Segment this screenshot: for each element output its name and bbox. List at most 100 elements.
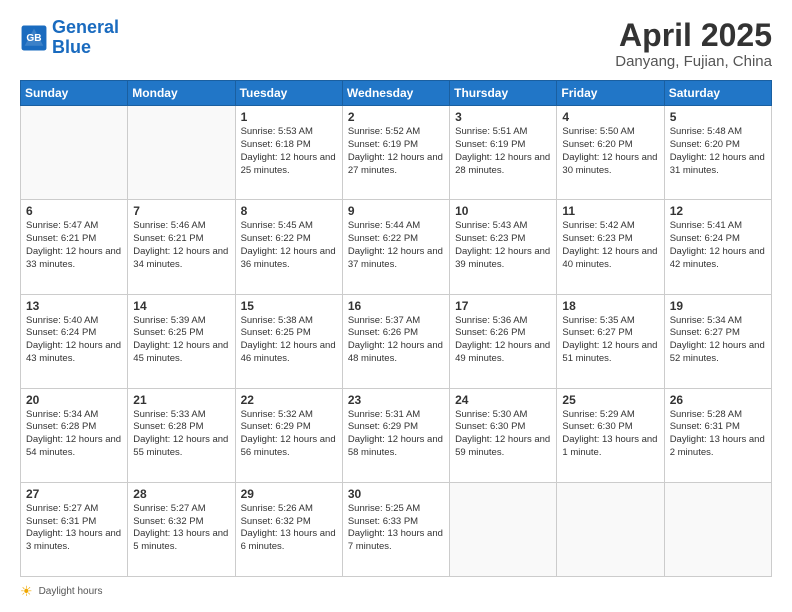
day-number: 28 [133, 487, 229, 501]
day-info: Sunrise: 5:35 AM Sunset: 6:27 PM Dayligh… [562, 315, 658, 366]
footer: ☀ Daylight hours [20, 583, 772, 600]
col-wednesday: Wednesday [342, 81, 449, 106]
day-info: Sunrise: 5:46 AM Sunset: 6:21 PM Dayligh… [133, 220, 229, 271]
table-row: 9Sunrise: 5:44 AM Sunset: 6:22 PM Daylig… [342, 200, 449, 294]
day-info: Sunrise: 5:50 AM Sunset: 6:20 PM Dayligh… [562, 126, 658, 177]
day-info: Sunrise: 5:43 AM Sunset: 6:23 PM Dayligh… [455, 220, 551, 271]
logo-icon: GB [20, 24, 48, 52]
day-info: Sunrise: 5:32 AM Sunset: 6:29 PM Dayligh… [241, 409, 337, 460]
day-number: 4 [562, 110, 658, 124]
table-row: 18Sunrise: 5:35 AM Sunset: 6:27 PM Dayli… [557, 294, 664, 388]
table-row [128, 106, 235, 200]
day-number: 10 [455, 204, 551, 218]
table-row: 25 Sunrise: 5:29 AM Sunset: 6:30 PM Dayli… [557, 388, 664, 482]
day-info: Sunrise: 5:27 AM Sunset: 6:32 PM Dayligh… [133, 503, 229, 554]
day-info: Sunrise: 5:42 AM Sunset: 6:23 PM Dayligh… [562, 220, 658, 271]
calendar-table: Sunday Monday Tuesday Wednesday Thursday… [20, 80, 772, 577]
col-thursday: Thursday [450, 81, 557, 106]
footer-note: ☀ Daylight hours [20, 583, 772, 600]
day-info: Sunrise: 5:37 AM Sunset: 6:26 PM Dayligh… [348, 315, 444, 366]
day-info: Sunrise: 5:34 AM Sunset: 6:27 PM Dayligh… [670, 315, 766, 366]
title-block: April 2025 Danyang, Fujian, China [615, 18, 772, 70]
day-number: 3 [455, 110, 551, 124]
day-info: Sunrise: 5:39 AM Sunset: 6:25 PM Dayligh… [133, 315, 229, 366]
day-number: 14 [133, 299, 229, 313]
page: GB General Blue April 2025 Danyang, Fuji… [0, 0, 792, 612]
day-info: Sunrise: 5:48 AM Sunset: 6:20 PM Dayligh… [670, 126, 766, 177]
day-number: 8 [241, 204, 337, 218]
calendar-week-row: 27 Sunrise: 5:27 AM Sunset: 6:31 PM Dayli… [21, 482, 772, 576]
day-number: 21 [133, 393, 229, 407]
day-number: 5 [670, 110, 766, 124]
day-info: Sunrise: 5:53 AM Sunset: 6:18 PM Dayligh… [241, 126, 337, 177]
day-number: 19 [670, 299, 766, 313]
table-row: 20Sunrise: 5:34 AM Sunset: 6:28 PM Dayli… [21, 388, 128, 482]
month-title: April 2025 [615, 18, 772, 53]
day-number: 22 [241, 393, 337, 407]
day-info: Sunrise: 5:29 AM Sunset: 6:30 PM Dayligh… [562, 409, 658, 460]
logo-text: General Blue [52, 18, 119, 58]
calendar-week-row: 6 Sunrise: 5:47 AM Sunset: 6:21 PM Daylig… [21, 200, 772, 294]
svg-text:GB: GB [26, 33, 41, 44]
day-number: 30 [348, 487, 444, 501]
day-info: Sunrise: 5:25 AM Sunset: 6:33 PM Dayligh… [348, 503, 444, 554]
calendar-week-row: 20Sunrise: 5:34 AM Sunset: 6:28 PM Dayli… [21, 388, 772, 482]
calendar-week-row: 1 Sunrise: 5:53 AM Sunset: 6:18 PM Daylig… [21, 106, 772, 200]
day-info: Sunrise: 5:45 AM Sunset: 6:22 PM Dayligh… [241, 220, 337, 271]
day-number: 15 [241, 299, 337, 313]
table-row: 14 Sunrise: 5:39 AM Sunset: 6:25 PM Dayli… [128, 294, 235, 388]
day-number: 13 [26, 299, 122, 313]
table-row: 29 Sunrise: 5:26 AM Sunset: 6:32 PM Dayli… [235, 482, 342, 576]
day-number: 29 [241, 487, 337, 501]
day-number: 17 [455, 299, 551, 313]
table-row [557, 482, 664, 576]
table-row: 19 Sunrise: 5:34 AM Sunset: 6:27 PM Dayli… [664, 294, 771, 388]
table-row: 11Sunrise: 5:42 AM Sunset: 6:23 PM Dayli… [557, 200, 664, 294]
day-info: Sunrise: 5:40 AM Sunset: 6:24 PM Dayligh… [26, 315, 122, 366]
table-row: 2 Sunrise: 5:52 AM Sunset: 6:19 PM Daylig… [342, 106, 449, 200]
day-info: Sunrise: 5:36 AM Sunset: 6:26 PM Dayligh… [455, 315, 551, 366]
table-row: 13 Sunrise: 5:40 AM Sunset: 6:24 PM Dayli… [21, 294, 128, 388]
table-row: 22 Sunrise: 5:32 AM Sunset: 6:29 PM Dayli… [235, 388, 342, 482]
table-row: 21 Sunrise: 5:33 AM Sunset: 6:28 PM Dayli… [128, 388, 235, 482]
day-info: Sunrise: 5:52 AM Sunset: 6:19 PM Dayligh… [348, 126, 444, 177]
sun-icon: ☀ [20, 583, 33, 600]
footer-text: Daylight hours [39, 586, 103, 597]
day-info: Sunrise: 5:33 AM Sunset: 6:28 PM Dayligh… [133, 409, 229, 460]
table-row: 30 Sunrise: 5:25 AM Sunset: 6:33 PM Dayli… [342, 482, 449, 576]
table-row: 1 Sunrise: 5:53 AM Sunset: 6:18 PM Daylig… [235, 106, 342, 200]
day-number: 2 [348, 110, 444, 124]
table-row: 4 Sunrise: 5:50 AM Sunset: 6:20 PM Daylig… [557, 106, 664, 200]
day-info: Sunrise: 5:38 AM Sunset: 6:25 PM Dayligh… [241, 315, 337, 366]
table-row: 17 Sunrise: 5:36 AM Sunset: 6:26 PM Dayli… [450, 294, 557, 388]
table-row: 26Sunrise: 5:28 AM Sunset: 6:31 PM Dayli… [664, 388, 771, 482]
day-number: 27 [26, 487, 122, 501]
day-info: Sunrise: 5:44 AM Sunset: 6:22 PM Dayligh… [348, 220, 444, 271]
day-number: 25 [562, 393, 658, 407]
day-info: Sunrise: 5:27 AM Sunset: 6:31 PM Dayligh… [26, 503, 122, 554]
day-info: Sunrise: 5:30 AM Sunset: 6:30 PM Dayligh… [455, 409, 551, 460]
day-info: Sunrise: 5:41 AM Sunset: 6:24 PM Dayligh… [670, 220, 766, 271]
day-info: Sunrise: 5:28 AM Sunset: 6:31 PM Dayligh… [670, 409, 766, 460]
day-number: 6 [26, 204, 122, 218]
table-row: 15 Sunrise: 5:38 AM Sunset: 6:25 PM Dayli… [235, 294, 342, 388]
table-row: 16 Sunrise: 5:37 AM Sunset: 6:26 PM Dayli… [342, 294, 449, 388]
logo: GB General Blue [20, 18, 119, 58]
table-row: 24Sunrise: 5:30 AM Sunset: 6:30 PM Dayli… [450, 388, 557, 482]
header: GB General Blue April 2025 Danyang, Fuji… [20, 18, 772, 70]
day-number: 1 [241, 110, 337, 124]
day-info: Sunrise: 5:47 AM Sunset: 6:21 PM Dayligh… [26, 220, 122, 271]
table-row [450, 482, 557, 576]
day-number: 7 [133, 204, 229, 218]
table-row: 27 Sunrise: 5:27 AM Sunset: 6:31 PM Dayli… [21, 482, 128, 576]
day-number: 16 [348, 299, 444, 313]
col-friday: Friday [557, 81, 664, 106]
day-info: Sunrise: 5:34 AM Sunset: 6:28 PM Dayligh… [26, 409, 122, 460]
table-row: 3 Sunrise: 5:51 AM Sunset: 6:19 PM Daylig… [450, 106, 557, 200]
table-row [664, 482, 771, 576]
table-row: 7 Sunrise: 5:46 AM Sunset: 6:21 PM Daylig… [128, 200, 235, 294]
table-row: 12Sunrise: 5:41 AM Sunset: 6:24 PM Dayli… [664, 200, 771, 294]
day-info: Sunrise: 5:26 AM Sunset: 6:32 PM Dayligh… [241, 503, 337, 554]
col-tuesday: Tuesday [235, 81, 342, 106]
day-info: Sunrise: 5:51 AM Sunset: 6:19 PM Dayligh… [455, 126, 551, 177]
